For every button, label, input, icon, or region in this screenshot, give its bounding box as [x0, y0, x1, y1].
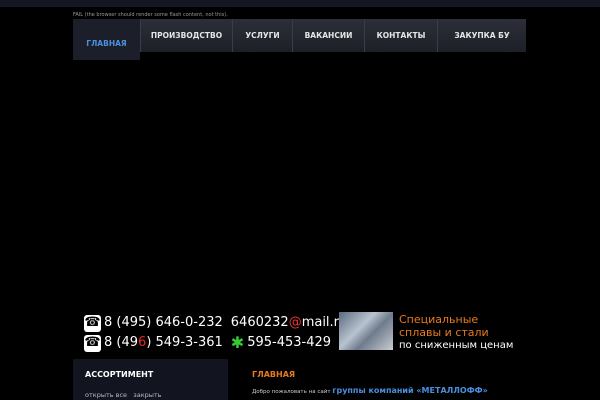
nav-contacts[interactable]: КОНТАКТЫ [364, 19, 437, 52]
welcome-text: Добро пожаловать на сайт группы компаний… [252, 386, 488, 395]
phone-2: 8 (496) 549-3-361 [104, 335, 223, 350]
main-nav: ГЛАВНАЯ ПРОИЗВОДСТВО УСЛУГИ ВАКАНСИИ КОН… [73, 19, 526, 60]
phone-icon: ☎ [84, 334, 101, 352]
sidebar-assortment: АССОРТИМЕНТ открыть все закрыть [73, 359, 228, 400]
sidebar-title: АССОРТИМЕНТ [85, 370, 154, 379]
page-title: ГЛАВНАЯ [252, 370, 296, 379]
contacts-block: ☎ 8 (495) 646-0-232 6460232@mail.ru ☎ 8 … [84, 313, 347, 353]
nav-services[interactable]: УСЛУГИ [232, 19, 292, 52]
nav-production[interactable]: ПРОИЗВОДСТВО [140, 19, 232, 52]
nav-purchase[interactable]: ЗАКУПКА БУ [437, 19, 526, 52]
flash-fallback-text: FAIL (the browser should render some fla… [73, 12, 228, 18]
close-link[interactable]: закрыть [133, 391, 161, 399]
nav-vacancies[interactable]: ВАКАНСИИ [292, 19, 364, 52]
company-link[interactable]: группы компаний «МЕТАЛЛОФФ» [332, 386, 487, 395]
icq-number: 595-453-429 [247, 335, 332, 350]
top-bar [0, 0, 600, 7]
email[interactable]: 6460232@mail.ru [231, 313, 347, 333]
promo-image[interactable] [339, 312, 393, 350]
phone-1: 8 (495) 646-0-232 [104, 315, 223, 330]
open-all-link[interactable]: открыть все [85, 391, 127, 399]
phone-icon: ☎ [84, 314, 101, 332]
nav-home[interactable]: ГЛАВНАЯ [73, 19, 140, 60]
icq-flower-icon: ✱ [230, 333, 245, 352]
promo-text[interactable]: Специальные сплавы и стали по сниженным … [399, 313, 513, 352]
